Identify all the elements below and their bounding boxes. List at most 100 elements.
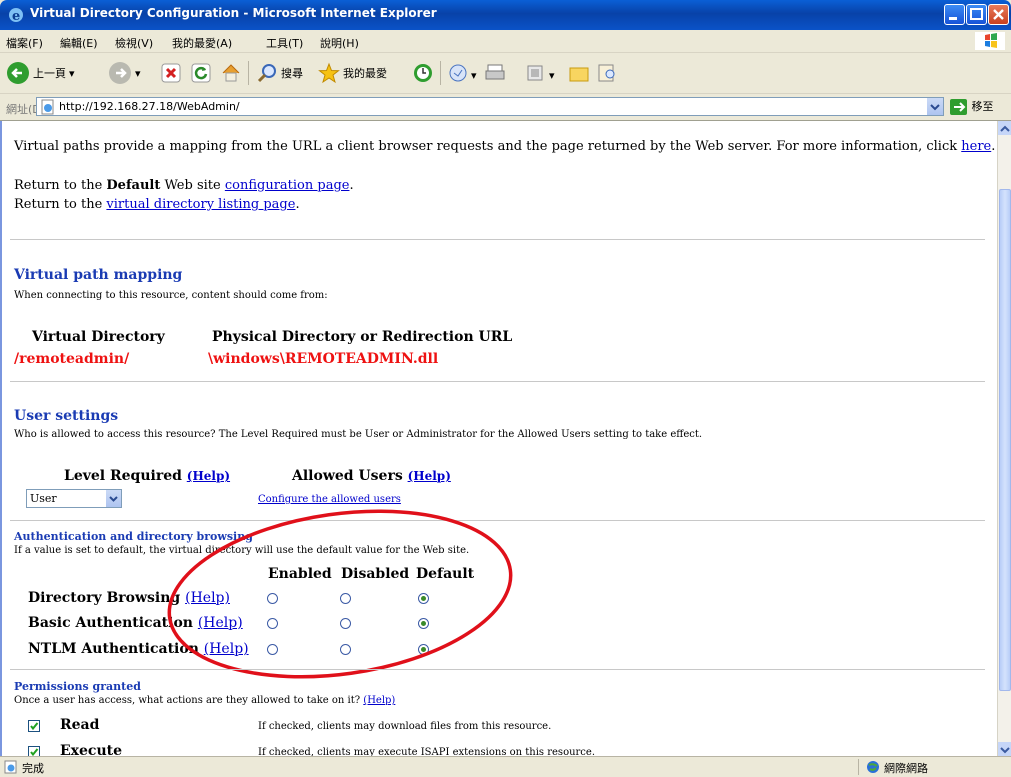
level-required-label: Level Required [64,468,182,484]
return1-end: . [349,178,354,193]
execute-label: Execute [60,743,123,756]
permissions-desc-line: Once a user has access, what actions are… [14,695,395,706]
forward-dropdown-icon[interactable]: ▾ [135,67,141,80]
return1-pre: Return to the [14,178,107,193]
back-arrow-icon [7,62,29,84]
back-label: 上一頁 [33,67,66,80]
close-button[interactable] [988,4,1009,25]
go-arrow-icon [950,99,967,115]
discuss-icon[interactable] [568,62,590,84]
menu-bar: 檔案(F) 編輯(E) 檢視(V) 我的最愛(A) 工具(T) 說明(H) [0,30,1011,53]
read-checkbox[interactable] [28,720,40,732]
status-bar: 完成 網際網路 [0,756,1011,777]
address-url: http://192.168.27.18/WebAdmin/ [59,100,240,113]
directory-browsing-label: Directory Browsing [28,590,181,606]
star-icon [318,62,340,84]
divider [10,669,985,670]
edit-dropdown-icon[interactable]: ▾ [549,69,555,82]
menu-edit[interactable]: 編輯(E) [60,35,98,51]
menu-tools[interactable]: 工具(T) [266,35,303,51]
red-annotation-ellipse [167,509,513,679]
level-required-header: Level Required (Help) [64,468,230,484]
here-link[interactable]: here [961,139,991,154]
select-chevron-down-icon [106,490,121,507]
physical-directory-value: \windows\REMOTEADMIN.dll [208,351,439,367]
return2-pre: Return to the [14,197,107,212]
favorites-label: 我的最愛 [343,67,387,80]
mapping-heading: Virtual path mapping [14,267,183,283]
permissions-heading: Permissions granted [14,680,141,693]
mail-dropdown-icon[interactable]: ▾ [471,69,477,82]
virtual-directory-header: Virtual Directory [32,329,165,345]
print-icon[interactable] [484,62,506,84]
zone-text: 網際網路 [884,762,928,775]
page-content: Virtual paths provide a mapping from the… [0,121,999,756]
back-button[interactable]: 上一頁 ▾ [6,59,75,87]
intro-text: Virtual paths provide a mapping from the… [14,139,995,154]
forward-button[interactable]: ▾ [108,59,141,87]
mail-icon[interactable] [447,62,469,84]
search-label: 搜尋 [281,67,303,80]
execute-checkbox[interactable] [28,746,40,756]
address-dropdown-icon[interactable] [927,98,943,115]
research-icon[interactable] [596,62,618,84]
status-text: 完成 [22,762,44,775]
permissions-desc: Once a user has access, what actions are… [14,695,361,706]
favorites-button[interactable]: 我的最愛 [318,59,387,87]
vertical-scrollbar[interactable] [997,121,1011,756]
window-title: Virtual Directory Configuration - Micros… [30,6,437,20]
scroll-up-icon[interactable] [998,121,1011,135]
menu-view[interactable]: 檢視(V) [115,35,153,51]
return-config-line: Return to the Default Web site configura… [14,178,354,193]
address-input[interactable]: http://192.168.27.18/WebAdmin/ [36,97,944,116]
home-icon[interactable] [220,62,242,84]
menu-file[interactable]: 檔案(F) [6,35,43,51]
mapping-desc: When connecting to this resource, conten… [14,290,328,301]
divider [10,239,985,240]
read-label: Read [60,717,100,733]
forward-arrow-icon [109,62,131,84]
page-icon [4,760,17,774]
configuration-page-link[interactable]: configuration page [225,178,350,193]
search-button[interactable]: 搜尋 [256,59,303,87]
physical-directory-header: Physical Directory or Redirection URL [212,329,513,345]
level-required-value: User [30,492,57,505]
toolbar: 上一頁 ▾ ▾ 搜尋 我的最愛 ▾ ▾ [0,53,1011,94]
intro-end: . [991,139,996,154]
user-settings-heading: User settings [14,408,119,424]
back-dropdown-icon[interactable]: ▾ [69,67,75,80]
return1-bold: Default [106,178,161,193]
go-label: 移至 [971,100,994,113]
search-icon [257,64,276,83]
directory-listing-link[interactable]: virtual directory listing page [106,197,295,212]
allowed-help-link[interactable]: (Help) [408,469,451,483]
return1-mid: Web site [160,178,225,193]
address-bar: 網址(D) http://192.168.27.18/WebAdmin/ 移至 [0,94,1011,121]
return-listing-line: Return to the virtual directory listing … [14,197,300,212]
user-settings-desc: Who is allowed to access this resource? … [14,429,703,440]
allowed-users-header: Allowed Users (Help) [292,468,451,484]
level-help-link[interactable]: (Help) [187,469,230,483]
go-button[interactable]: 移至 [950,98,994,115]
execute-desc: If checked, clients may execute ISAPI ex… [258,747,596,756]
scroll-down-icon[interactable] [998,742,1011,756]
minimize-button[interactable] [944,4,965,25]
page-icon [41,99,54,115]
globe-icon [867,761,879,773]
ie-icon: e [9,8,23,23]
intro-copy: Virtual paths provide a mapping from the… [14,139,962,154]
maximize-button[interactable] [966,4,987,25]
windows-logo-icon [975,32,1005,50]
edit-icon[interactable] [524,62,546,84]
virtual-directory-value: /remoteadmin/ [14,351,130,367]
stop-icon[interactable] [160,62,182,84]
level-required-select[interactable]: User [26,489,122,508]
svg-text:e: e [12,9,20,23]
title-bar: e Virtual Directory Configuration - Micr… [0,0,1011,30]
menu-help[interactable]: 說明(H) [320,35,359,51]
scroll-thumb[interactable] [999,189,1011,691]
menu-favorites[interactable]: 我的最愛(A) [172,35,232,51]
permissions-help-link[interactable]: (Help) [363,695,395,706]
refresh-icon[interactable] [190,62,212,84]
history-icon[interactable] [412,62,434,84]
